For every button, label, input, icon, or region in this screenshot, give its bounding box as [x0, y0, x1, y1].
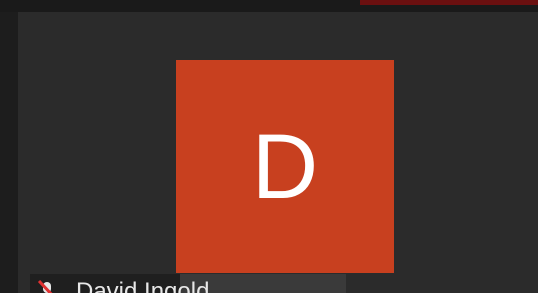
- top-accent-bar: [360, 0, 538, 5]
- left-panel-edge: [0, 12, 18, 293]
- participant-name-bar: David Ingold: [30, 274, 346, 293]
- window-top-strip: [0, 0, 538, 12]
- avatar-initial: D: [251, 115, 319, 218]
- participant-name: David Ingold: [76, 278, 210, 293]
- mic-muted-icon: [36, 279, 58, 293]
- participant-video-frame: D David Ingold: [0, 0, 538, 293]
- participant-avatar-tile[interactable]: D: [176, 60, 394, 273]
